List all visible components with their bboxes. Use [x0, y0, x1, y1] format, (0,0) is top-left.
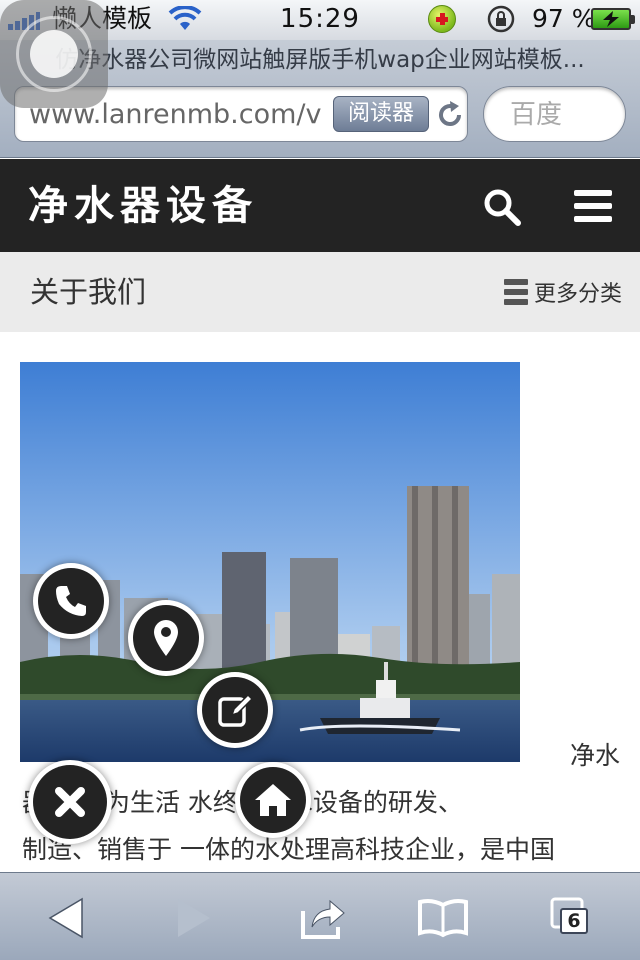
close-icon: [55, 787, 85, 817]
share-icon[interactable]: [298, 893, 348, 943]
battery-percent: 97 %: [532, 4, 596, 33]
location-button[interactable]: [128, 600, 204, 676]
category-bar: 关于我们 更多分类: [0, 252, 640, 332]
tab-count-badge[interactable]: 6: [560, 908, 588, 934]
forward-icon[interactable]: [168, 893, 218, 943]
reload-icon[interactable]: [435, 100, 465, 130]
list-icon: [503, 279, 528, 305]
article-lead: 净水: [569, 741, 620, 770]
home-icon: [255, 784, 291, 816]
category-title: 关于我们: [30, 275, 147, 309]
close-menu-button[interactable]: [28, 760, 112, 844]
back-icon[interactable]: [42, 893, 92, 943]
more-categories-label: 更多分类: [533, 282, 622, 307]
edit-icon: [218, 693, 254, 727]
search-placeholder: 百度: [510, 100, 563, 130]
article-line: 制造、销售于 一体的水处理高科技企业，是中国: [22, 835, 555, 864]
battery-icon: [591, 8, 635, 30]
more-categories-button[interactable]: 更多分类: [503, 276, 622, 308]
search-icon[interactable]: [482, 187, 522, 227]
site-logo[interactable]: 净水器设备: [28, 181, 258, 231]
bookmarks-icon[interactable]: [418, 893, 468, 943]
message-button[interactable]: [197, 672, 273, 748]
reader-button[interactable]: 阅读器: [333, 96, 429, 132]
call-button[interactable]: [33, 563, 109, 639]
browser-bottom-toolbar: [0, 872, 640, 960]
home-button[interactable]: [235, 762, 311, 838]
assistive-touch-button[interactable]: [0, 0, 108, 108]
map-pin-icon: [154, 620, 178, 656]
site-header: 净水器设备: [0, 159, 640, 252]
menu-icon[interactable]: [574, 189, 612, 223]
app-notification-icon: [428, 5, 456, 33]
rotation-lock-icon: [487, 5, 515, 33]
search-field[interactable]: 百度: [483, 86, 626, 142]
phone-icon: [56, 586, 86, 616]
